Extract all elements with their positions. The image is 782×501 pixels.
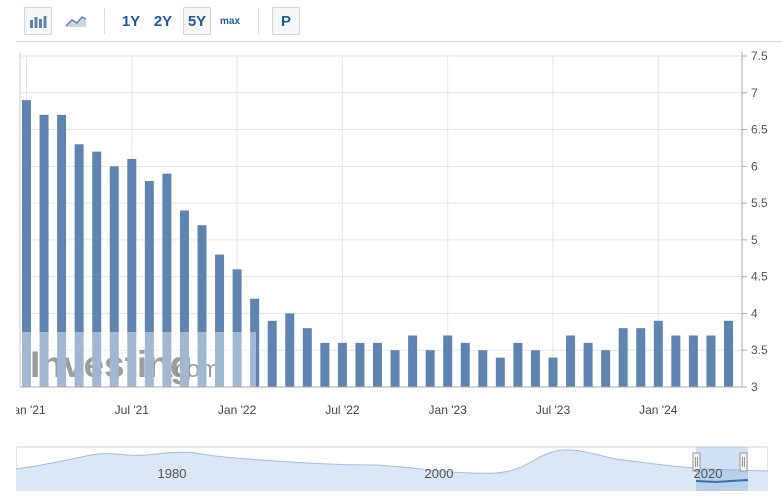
navigator-chart[interactable]: 1980 2000 2020 xyxy=(15,445,769,492)
range-2y-button[interactable]: 2Y xyxy=(150,7,176,35)
y-tick-label: 6.5 xyxy=(751,123,768,137)
x-tick-label: Jul '23 xyxy=(536,403,571,417)
bar-chart-type-button[interactable] xyxy=(24,7,52,35)
navigator-label: 1980 xyxy=(158,466,187,481)
navigator-label: 2020 xyxy=(694,466,723,481)
navigator[interactable]: 1980 2000 2020 xyxy=(15,445,769,492)
x-tick-label: Jan '24 xyxy=(639,403,678,417)
chart-toolbar: 1Y 2Y 5Y max P xyxy=(0,0,782,42)
bar[interactable] xyxy=(478,350,488,387)
y-tick-label: 5.5 xyxy=(751,196,768,210)
y-tick-label: 3 xyxy=(751,380,758,394)
bar[interactable] xyxy=(355,342,365,387)
bar[interactable] xyxy=(285,313,295,387)
y-tick-label: 6 xyxy=(751,159,758,173)
bar[interactable] xyxy=(548,357,558,387)
range-5y-button[interactable]: 5Y xyxy=(183,7,211,35)
p-button[interactable]: P xyxy=(272,7,300,35)
watermark-overlay xyxy=(20,332,256,388)
toolbar-divider xyxy=(104,8,105,34)
bar[interactable] xyxy=(320,342,330,387)
x-tick-label: Jan '23 xyxy=(429,403,468,417)
bar[interactable] xyxy=(724,320,733,387)
bar[interactable] xyxy=(373,342,382,387)
bar[interactable] xyxy=(443,335,453,387)
y-tick-label: 4 xyxy=(751,306,758,320)
bar-chart: Investing .com 33.544.555.566.577.5Jan '… xyxy=(7,49,768,417)
area-chart-type-button[interactable] xyxy=(62,7,90,35)
bar[interactable] xyxy=(337,342,347,387)
range-1y-button[interactable]: 1Y xyxy=(118,7,144,35)
bar[interactable] xyxy=(460,342,470,387)
bar[interactable] xyxy=(302,328,312,387)
x-tick-label: Jul '21 xyxy=(115,403,150,417)
y-tick-label: 4.5 xyxy=(751,270,768,284)
bar[interactable] xyxy=(513,342,523,387)
bar[interactable] xyxy=(671,335,681,387)
bar[interactable] xyxy=(636,328,646,387)
bar[interactable] xyxy=(495,357,505,387)
bar[interactable] xyxy=(566,335,576,387)
bar[interactable] xyxy=(425,350,435,387)
y-tick-label: 5 xyxy=(751,233,758,247)
bar[interactable] xyxy=(653,320,663,387)
navigator-label: 2000 xyxy=(425,466,454,481)
bar[interactable] xyxy=(706,335,716,387)
bar-chart-icon xyxy=(30,16,47,28)
bar[interactable] xyxy=(390,350,400,387)
bar[interactable] xyxy=(408,335,418,387)
x-tick-label: Jul '22 xyxy=(325,403,360,417)
bar[interactable] xyxy=(618,328,628,387)
range-max-button[interactable]: max xyxy=(216,7,244,35)
x-tick-label: Jan '21 xyxy=(16,403,46,417)
bar[interactable] xyxy=(530,350,540,387)
navigator-handle-right[interactable] xyxy=(739,452,748,472)
bar[interactable] xyxy=(601,350,611,387)
toolbar-divider xyxy=(258,8,259,34)
y-tick-label: 7.5 xyxy=(751,49,768,63)
area-chart-icon xyxy=(65,16,87,27)
bar[interactable] xyxy=(688,335,698,387)
bar[interactable] xyxy=(583,342,593,387)
y-tick-label: 3.5 xyxy=(751,343,768,357)
y-tick-label: 7 xyxy=(751,86,758,100)
bar[interactable] xyxy=(267,320,277,387)
chart-area: Investing .com 33.544.555.566.577.5Jan '… xyxy=(7,41,782,425)
x-tick-label: Jan '22 xyxy=(218,403,257,417)
